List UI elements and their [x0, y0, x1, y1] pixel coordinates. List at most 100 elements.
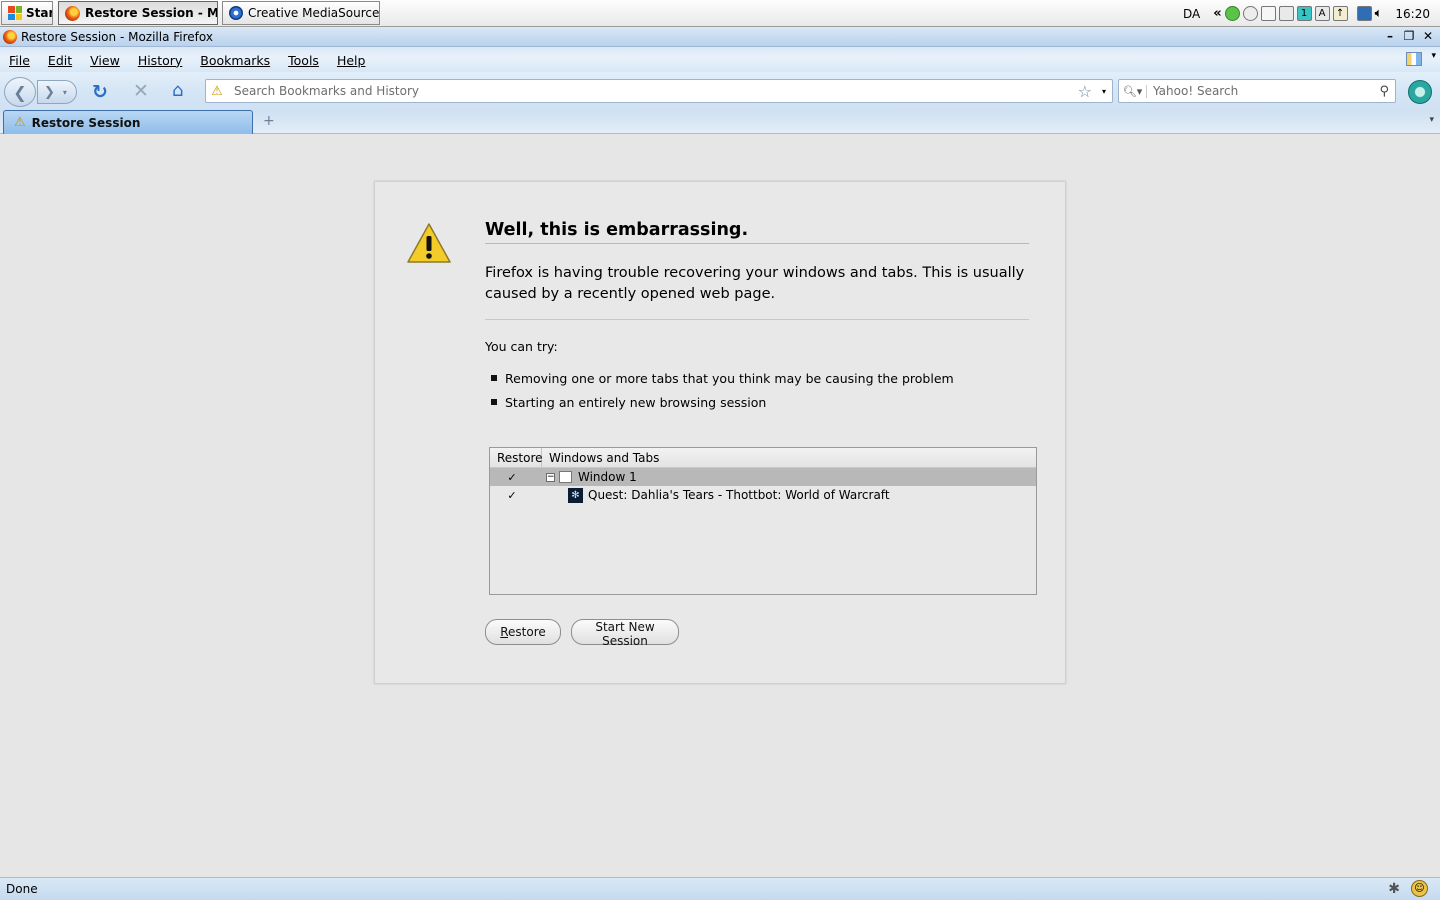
menu-bar: File Edit View History Bookmarks Tools H… [0, 48, 1440, 72]
windows-logo-icon [8, 6, 22, 20]
tab-label: Restore Session [31, 115, 141, 130]
restore-session-panel [374, 181, 1066, 684]
suggestion-text: Removing one or more tabs that you think… [505, 370, 954, 386]
stop-icon[interactable]: ✕ [133, 80, 149, 102]
addon-toolbar-icon[interactable] [1408, 80, 1432, 104]
menu-help[interactable]: Help [331, 53, 372, 68]
list-item: Removing one or more tabs that you think… [485, 366, 954, 390]
clock-tray-icon[interactable] [1242, 6, 1258, 21]
url-input[interactable] [228, 81, 1078, 101]
start-label: Start [26, 6, 52, 20]
keyboard-icon[interactable] [1278, 6, 1294, 21]
site-favicon-icon: ✻ [568, 487, 583, 503]
collapse-icon[interactable]: − [546, 472, 555, 482]
tab-restore-session[interactable]: ⚠ Restore Session [3, 110, 253, 134]
tree-row-tab[interactable]: ✓ ✻ Quest: Dahlia's Tears - Thottbot: Wo… [490, 486, 1036, 504]
app-1-icon[interactable]: 1 [1296, 6, 1312, 21]
menu-edit[interactable]: Edit [42, 53, 78, 68]
tab-strip: ⚠ Restore Session + ▾ [0, 110, 1440, 134]
warning-icon: ⚠ [14, 115, 26, 130]
tab-list-dropdown-icon[interactable]: ▾ [1429, 115, 1434, 125]
try-label: You can try: [485, 339, 558, 354]
taskbar-button-mediasource[interactable]: Creative MediaSource 5 [222, 1, 380, 25]
greasemonkey-icon[interactable]: ☺ [1411, 880, 1428, 897]
close-icon[interactable]: ✕ [1420, 29, 1436, 44]
forward-arrow-icon: ❯ [44, 84, 55, 100]
language-indicator[interactable]: DA [1183, 7, 1200, 21]
clock[interactable]: 16:20 [1395, 7, 1430, 21]
url-bar[interactable]: ⚠ ☆ ▾ [205, 79, 1113, 103]
bullet-icon [491, 399, 497, 405]
column-header-restore[interactable]: Restore [490, 448, 543, 467]
tree-row-window[interactable]: ✓ − Window 1 [490, 468, 1036, 486]
update-icon[interactable]: ↑ [1332, 6, 1348, 21]
url-dropdown-icon[interactable]: ▾ [1102, 87, 1106, 96]
menu-bookmarks-label: Bookmarks [200, 52, 271, 68]
taskbar: Start Restore Session - Moz... Creative … [0, 0, 1440, 27]
restore-checkbox[interactable]: ✓ [490, 489, 542, 502]
volume-icon[interactable]: 🔈︎ [1375, 6, 1383, 21]
menu-history[interactable]: History [132, 53, 188, 68]
network-icon[interactable] [1260, 6, 1276, 21]
start-new-session-button[interactable]: Start New Session [571, 619, 679, 648]
system-tray: DA « 1 A ↑ 🔈︎ 16:20 [1183, 0, 1440, 27]
search-input[interactable] [1147, 81, 1380, 101]
warning-icon: ⚠ [211, 83, 223, 99]
divider [485, 319, 1029, 320]
status-bar: Done ✱ ☺ [0, 877, 1440, 900]
sidebar-toggle-icon[interactable] [1406, 52, 1422, 66]
firefox-icon [65, 5, 80, 21]
list-item: Starting an entirely new browsing sessio… [485, 390, 954, 414]
taskbar-button-firefox[interactable]: Restore Session - Moz... [58, 1, 218, 25]
restore-button[interactable]: Restore [485, 619, 561, 645]
font-a-icon[interactable]: A [1314, 6, 1330, 21]
menu-view[interactable]: View [84, 53, 126, 68]
back-button[interactable]: ❮ [4, 77, 36, 107]
search-bar[interactable]: 🔍︎▾ ⚲ [1118, 79, 1396, 103]
addon-status-icon[interactable]: ✱ [1388, 881, 1400, 897]
window-controls: – ❐ ✕ [1382, 29, 1436, 44]
bookmark-star-icon[interactable]: ☆ [1078, 82, 1092, 101]
shield-icon[interactable] [1224, 6, 1240, 21]
menu-file[interactable]: File [3, 53, 36, 68]
taskbar-button-label: Creative MediaSource 5 [248, 6, 380, 20]
window-title: Restore Session - Mozilla Firefox [21, 30, 213, 44]
restore-checkbox[interactable]: ✓ [490, 471, 542, 484]
reload-icon[interactable]: ↻ [92, 81, 108, 103]
warning-icon [407, 223, 451, 263]
tray-expand-icon[interactable]: « [1213, 6, 1221, 21]
start-button[interactable]: Start [1, 1, 53, 25]
window-icon [559, 471, 572, 483]
taskbar-button-label: Restore Session - Moz... [85, 6, 218, 20]
menu-help-label: Help [336, 52, 366, 68]
search-engine-icon[interactable]: 🔍︎▾ [1119, 84, 1147, 98]
menu-bookmarks[interactable]: Bookmarks [194, 53, 276, 68]
display-icon[interactable] [1356, 6, 1372, 21]
forward-button[interactable]: ❯ ▾ [37, 80, 77, 104]
windows-tabs-tree[interactable]: Restore Windows and Tabs ✓ − Window 1 ✓ … [489, 447, 1037, 595]
restore-button-label: estore [508, 625, 546, 639]
firefox-icon [3, 30, 17, 44]
tree-row-label: Window 1 [578, 470, 637, 484]
history-dropdown-icon[interactable]: ▾ [63, 88, 67, 97]
intro-text: Firefox is having trouble recovering you… [485, 265, 1025, 302]
menu-tools[interactable]: Tools [282, 53, 325, 68]
back-arrow-icon: ❮ [13, 82, 27, 102]
new-tab-icon[interactable]: + [263, 113, 275, 129]
search-icon[interactable]: ⚲ [1379, 84, 1389, 99]
tree-header: Restore Windows and Tabs [490, 448, 1036, 468]
restore-accesskey: R [500, 625, 509, 639]
minimize-icon[interactable]: – [1382, 29, 1398, 44]
home-icon[interactable]: ⌂ [172, 80, 183, 101]
status-text: Done [6, 882, 38, 896]
window-title-bar: Restore Session - Mozilla Firefox [0, 28, 1440, 47]
mediasource-icon [229, 6, 243, 20]
menu-edit-label: Edit [47, 52, 73, 68]
menu-tools-label: Tools [288, 52, 319, 68]
restore-icon[interactable]: ❐ [1401, 29, 1417, 44]
chevron-down-icon[interactable]: ▾ [1431, 51, 1436, 61]
menu-history-label: History [137, 52, 183, 68]
column-header-windows-tabs[interactable]: Windows and Tabs [542, 451, 659, 465]
navigation-toolbar: ❮ ❯ ▾ ↻ ✕ ⌂ ⚠ ☆ ▾ 🔍︎▾ ⚲ [0, 72, 1440, 110]
suggestion-text: Starting an entirely new browsing sessio… [505, 394, 767, 410]
